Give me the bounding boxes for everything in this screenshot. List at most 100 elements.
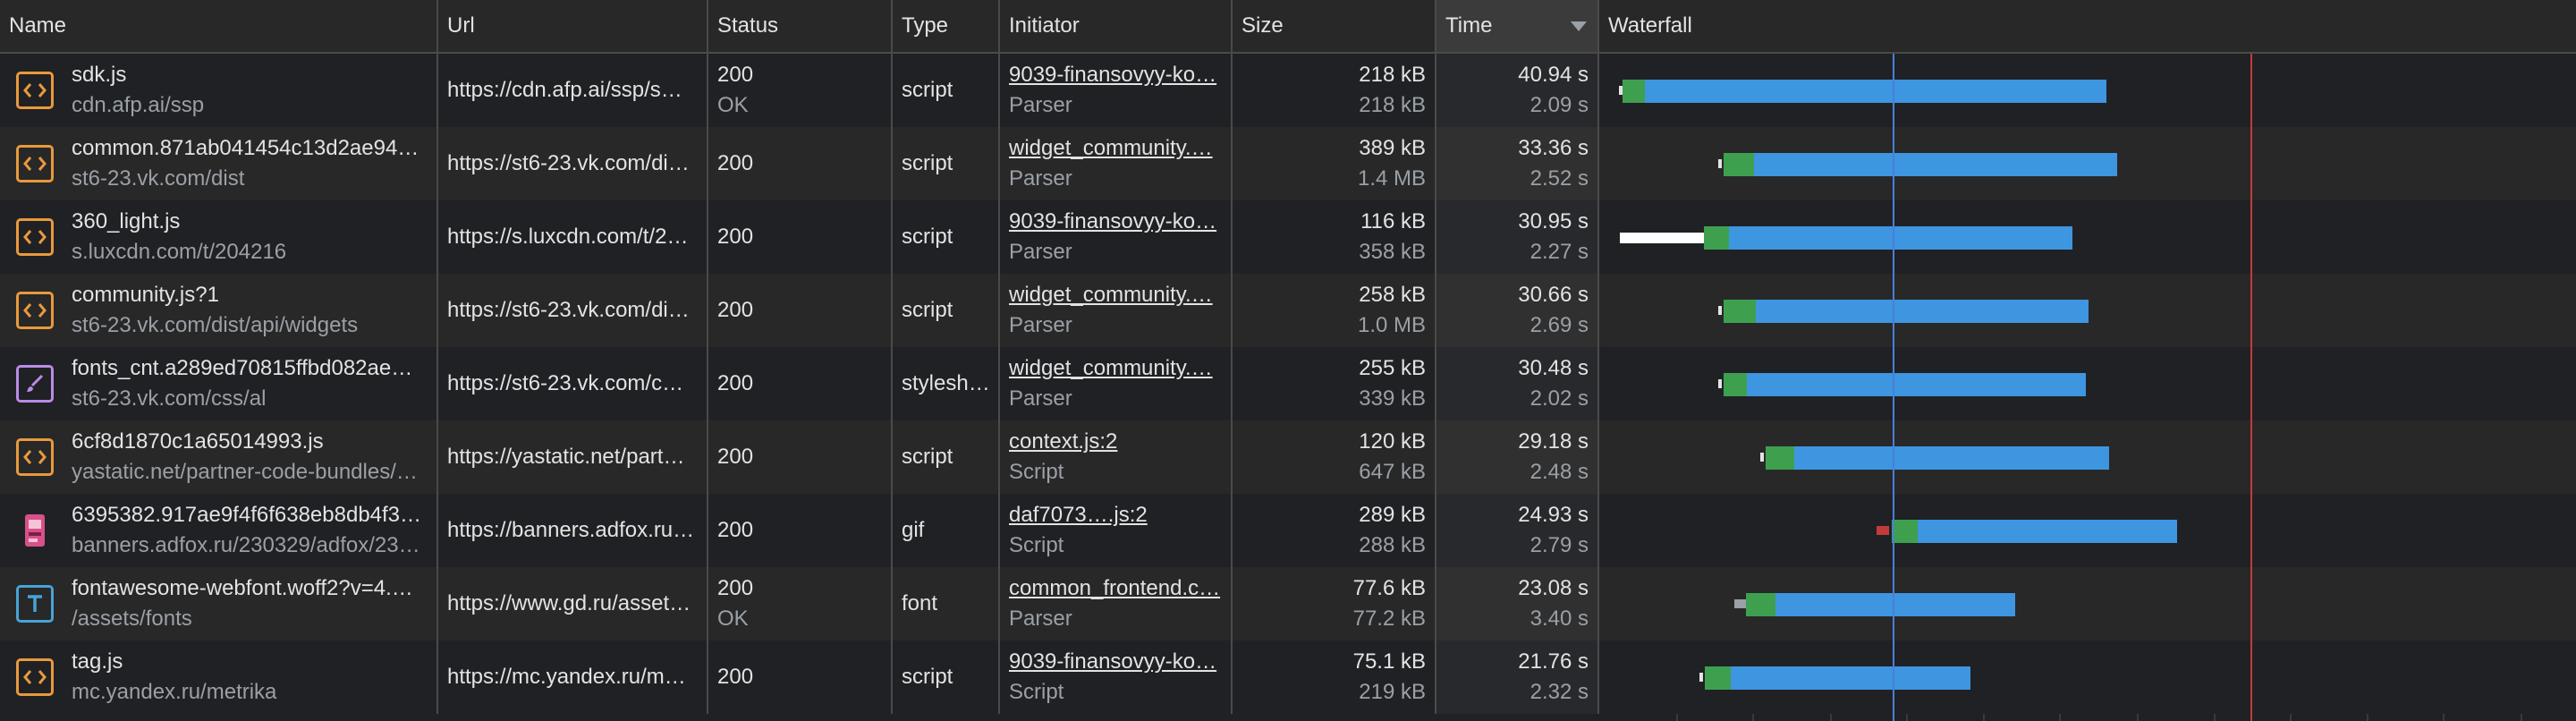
initiator-link[interactable]: widget_community.…	[1009, 283, 1225, 308]
initiator-link[interactable]: 9039-finansovyy-ko…	[1009, 649, 1225, 674]
table-row[interactable]: tag.js mc.yandex.ru/metrika https://mc.yan…	[0, 640, 2576, 714]
name-cell[interactable]: 6395382.917ae9f4f6f638eb8db4f3… banners.a…	[0, 494, 438, 567]
resource-size: 647 kB	[1359, 460, 1426, 484]
status-code: 200	[717, 445, 754, 469]
network-requests-table: Name Url Status Type Initiator Size Time Waterf…	[0, 0, 2576, 721]
waterfall-cell[interactable]	[1599, 200, 2576, 274]
column-header-label: Time	[1445, 13, 1493, 38]
waterfall-queue-segment	[1733, 599, 1746, 608]
initiator-link[interactable]: widget_community.…	[1009, 136, 1225, 161]
initiator-cell: daf7073….js:2 Script	[1000, 494, 1233, 567]
load-event-line	[2250, 54, 2253, 721]
column-header-initiator[interactable]: Initiator	[1000, 0, 1233, 52]
waterfall-waiting-segment	[1891, 520, 1918, 543]
name-cell[interactable]: tag.js mc.yandex.ru/metrika	[0, 640, 438, 714]
column-header-label: Size	[1241, 13, 1284, 38]
waterfall-download-segment	[1775, 593, 2016, 616]
latency-time: 3.40 s	[1530, 606, 1589, 631]
url-cell: https://s.luxcdn.com/t/2…	[438, 200, 708, 274]
waterfall-queue-segment	[1718, 379, 1723, 388]
waterfall-queue-segment	[1718, 159, 1723, 168]
waterfall-cell[interactable]	[1599, 420, 2576, 494]
initiator-link[interactable]: common_frontend.c…	[1009, 576, 1225, 601]
table-row[interactable]: 360_light.js s.luxcdn.com/t/204216 https:/…	[0, 200, 2576, 274]
column-header-waterfall[interactable]: Waterfall	[1599, 0, 2576, 52]
name-cell[interactable]: common.871ab041454c13d2ae94… st6-23.vk.co…	[0, 127, 438, 200]
latency-time: 2.09 s	[1530, 93, 1589, 117]
total-time: 30.48 s	[1518, 356, 1589, 380]
latency-time: 2.02 s	[1530, 386, 1589, 411]
waterfall-download-segment	[1645, 80, 2106, 103]
resource-url: https://s.luxcdn.com/t/2…	[447, 225, 689, 249]
name-cell[interactable]: 360_light.js s.luxcdn.com/t/204216	[0, 200, 438, 274]
name-cell[interactable]: fonts_cnt.a289ed70815ffbd082ae… st6-23.vk…	[0, 347, 438, 420]
latency-time: 2.48 s	[1530, 460, 1589, 484]
waterfall-cell[interactable]	[1599, 127, 2576, 200]
column-header-type[interactable]: Type	[893, 0, 1000, 52]
waterfall-waiting-segment	[1745, 593, 1775, 616]
resource-type: script	[902, 665, 953, 689]
status-text: OK	[717, 93, 749, 117]
waterfall-waiting-segment	[1723, 153, 1754, 176]
waterfall-cell[interactable]	[1599, 54, 2576, 127]
resource-name: community.js?1	[72, 283, 219, 307]
initiator-type: Script	[1009, 680, 1064, 704]
column-header-url[interactable]: Url	[438, 0, 708, 52]
status-cell: 200	[708, 200, 893, 274]
time-cell: 30.48 s 2.02 s	[1436, 347, 1599, 420]
waterfall-cell[interactable]	[1599, 347, 2576, 420]
waterfall-cell[interactable]	[1599, 567, 2576, 640]
time-cell: 40.94 s 2.09 s	[1436, 54, 1599, 127]
resource-size: 219 kB	[1359, 680, 1426, 704]
resource-name: fonts_cnt.a289ed70815ffbd082ae…	[72, 356, 413, 380]
resource-url: https://st6-23.vk.com/c…	[447, 371, 684, 395]
waterfall-cell[interactable]	[1599, 494, 2576, 567]
initiator-link[interactable]: 9039-finansovyy-ko…	[1009, 209, 1225, 234]
size-cell: 218 kB 218 kB	[1233, 54, 1436, 127]
name-cell[interactable]: fontawesome-webfont.woff2?v=4.… /assets/f…	[0, 567, 438, 640]
waterfall-cell[interactable]	[1599, 274, 2576, 347]
time-cell: 23.08 s 3.40 s	[1436, 567, 1599, 640]
type-cell: stylesh…	[893, 347, 1000, 420]
status-cell: 200	[708, 494, 893, 567]
script-icon	[16, 145, 54, 182]
column-header-label: Url	[447, 13, 475, 38]
table-row[interactable]: sdk.js cdn.afp.ai/ssp https://cdn.afp.ai/s…	[0, 54, 2576, 127]
column-header-name[interactable]: Name	[0, 0, 438, 52]
column-header-status[interactable]: Status	[708, 0, 893, 52]
resource-url: https://st6-23.vk.com/di…	[447, 298, 690, 322]
initiator-link[interactable]: 9039-finansovyy-ko…	[1009, 63, 1225, 88]
table-row[interactable]: community.js?1 st6-23.vk.com/dist/api/wid…	[0, 274, 2576, 347]
resource-url: https://banners.adfox.ru…	[447, 518, 695, 542]
initiator-link[interactable]: context.js:2	[1009, 429, 1225, 454]
resource-type: script	[902, 151, 953, 175]
total-time: 24.93 s	[1518, 503, 1589, 527]
total-time: 23.08 s	[1518, 576, 1589, 600]
table-row[interactable]: fonts_cnt.a289ed70815ffbd082ae… st6-23.vk…	[0, 347, 2576, 420]
status-cell: 200 OK	[708, 54, 893, 127]
name-cell[interactable]: 6cf8d1870c1a65014993.js yastatic.net/part…	[0, 420, 438, 494]
type-cell: script	[893, 200, 1000, 274]
waterfall-cell[interactable]	[1599, 640, 2576, 714]
column-header-time[interactable]: Time	[1436, 0, 1599, 52]
name-cell[interactable]: community.js?1 st6-23.vk.com/dist/api/wid…	[0, 274, 438, 347]
resource-domain: s.luxcdn.com/t/204216	[72, 240, 287, 264]
resource-domain: yastatic.net/partner-code-bundles/…	[72, 460, 418, 484]
status-cell: 200	[708, 420, 893, 494]
table-row[interactable]: 6cf8d1870c1a65014993.js yastatic.net/part…	[0, 420, 2576, 494]
latency-time: 2.52 s	[1530, 166, 1589, 191]
transferred-size: 120 kB	[1359, 429, 1426, 454]
table-row[interactable]: 6395382.917ae9f4f6f638eb8db4f3… banners.a…	[0, 494, 2576, 567]
initiator-link[interactable]: widget_community.…	[1009, 356, 1225, 381]
total-time: 30.95 s	[1518, 209, 1589, 233]
waterfall-queue-segment	[1699, 673, 1704, 682]
name-cell[interactable]: sdk.js cdn.afp.ai/ssp	[0, 54, 438, 127]
initiator-link[interactable]: daf7073….js:2	[1009, 503, 1225, 528]
table-row[interactable]: fontawesome-webfont.woff2?v=4.… /assets/f…	[0, 567, 2576, 640]
status-code: 200	[717, 225, 754, 249]
status-cell: 200 OK	[708, 567, 893, 640]
type-cell: script	[893, 54, 1000, 127]
sort-descending-icon[interactable]	[1571, 21, 1587, 31]
table-row[interactable]: common.871ab041454c13d2ae94… st6-23.vk.co…	[0, 127, 2576, 200]
column-header-size[interactable]: Size	[1233, 0, 1436, 52]
